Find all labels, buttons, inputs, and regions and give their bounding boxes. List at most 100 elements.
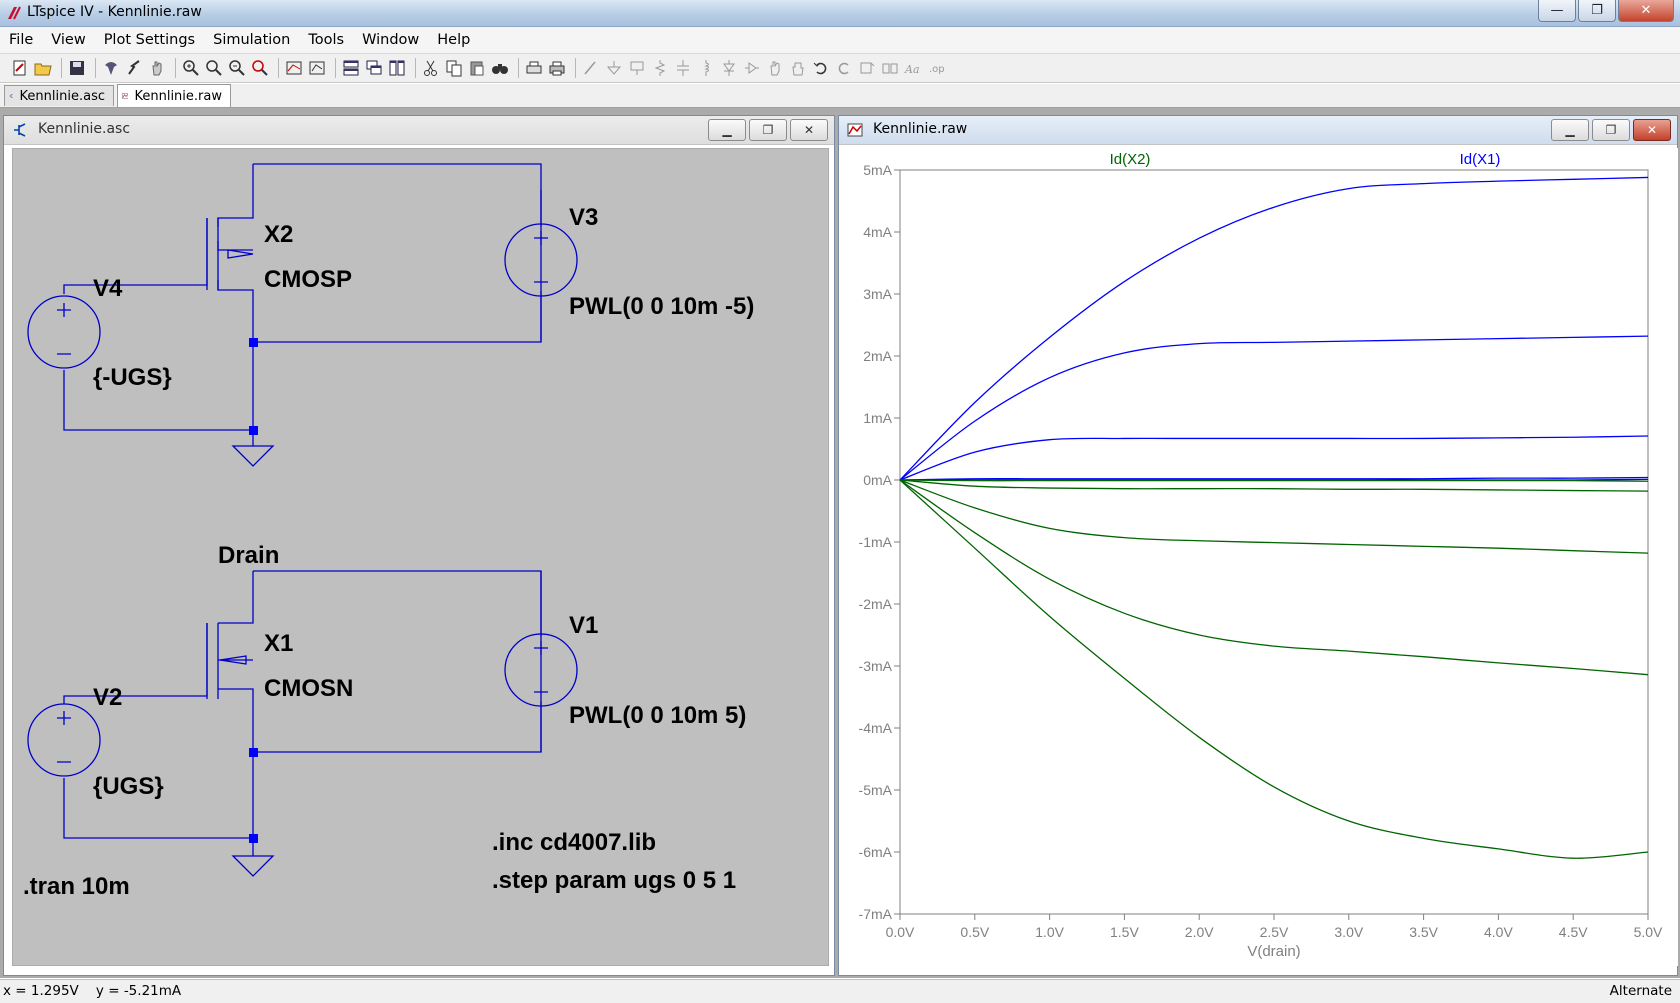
new-schematic-icon[interactable] — [10, 58, 30, 78]
label-pwl-positive: PWL(0 0 10m 5) — [569, 702, 746, 729]
y-tick-label: -3mA — [859, 658, 893, 674]
label-x1: X1 — [264, 630, 293, 657]
plot-minimize-button[interactable]: ▁ — [1551, 119, 1589, 141]
autorange-icon[interactable] — [284, 58, 304, 78]
menu-tools[interactable]: Tools — [299, 32, 353, 48]
menu-file[interactable]: File — [0, 32, 42, 48]
minimize-button[interactable]: — — [1538, 0, 1576, 22]
text-icon[interactable]: Aa — [903, 58, 923, 78]
print-preview-icon[interactable] — [524, 58, 544, 78]
plot-window-title: Kennlinie.raw — [873, 121, 968, 137]
print-icon[interactable] — [547, 58, 567, 78]
move-icon[interactable] — [765, 58, 785, 78]
schematic-icon — [9, 94, 13, 98]
zoom-full-icon[interactable] — [250, 58, 270, 78]
schematic-canvas[interactable]: V3 X2 CMOSP V4 PWL(0 0 10m -5) {-UGS} Dr… — [12, 148, 829, 966]
open-icon[interactable] — [33, 58, 53, 78]
plot-close-button[interactable]: ✕ — [1633, 119, 1671, 141]
menu-help[interactable]: Help — [428, 32, 479, 48]
inductor-icon[interactable] — [696, 58, 716, 78]
y-tick-label: 4mA — [863, 224, 892, 240]
label-v1: V1 — [569, 612, 598, 639]
control-panel-icon[interactable] — [101, 58, 121, 78]
ltspice-logo-icon — [8, 6, 21, 20]
add-plot-pane-icon[interactable] — [307, 58, 327, 78]
net-label-drain: Drain — [218, 542, 279, 569]
trace-label-idx2[interactable]: Id(X2) — [1110, 151, 1151, 168]
y-tick-label: -4mA — [859, 720, 893, 736]
tab-label: Kennlinie.asc — [19, 88, 105, 104]
mirror-icon[interactable] — [880, 58, 900, 78]
y-tick-label: -7mA — [859, 906, 893, 922]
tile-vertical-icon[interactable] — [387, 58, 407, 78]
y-tick-label: -2mA — [859, 596, 893, 612]
junction-dot — [249, 748, 258, 757]
x-tick-label: 0.5V — [960, 924, 989, 940]
plot-window-titlebar[interactable]: Kennlinie.raw ▁ ❐ ✕ — [839, 116, 1677, 145]
trace-label-idx1[interactable]: Id(X1) — [1460, 151, 1501, 168]
maximize-button[interactable]: ❐ — [1578, 0, 1616, 22]
menu-window[interactable]: Window — [353, 32, 428, 48]
ground-icon[interactable] — [604, 58, 624, 78]
y-tick-label: -1mA — [859, 534, 893, 550]
find-icon[interactable] — [490, 58, 510, 78]
schematic-window-titlebar[interactable]: Kennlinie.asc ▁ ❐ ✕ — [4, 116, 834, 145]
diode-icon[interactable] — [719, 58, 739, 78]
label-ugs-negative: {-UGS} — [93, 364, 172, 391]
svg-text:.op: .op — [929, 64, 945, 75]
drag-icon[interactable] — [788, 58, 808, 78]
zoom-out-icon[interactable] — [227, 58, 247, 78]
menu-view[interactable]: View — [42, 32, 94, 48]
menu-plot-settings[interactable]: Plot Settings — [95, 32, 204, 48]
x-axis-label: V(drain) — [1247, 943, 1300, 960]
tab-kennlinie-raw[interactable]: Kennlinie.raw — [117, 84, 231, 107]
capacitor-icon[interactable] — [673, 58, 693, 78]
toolbar-separator — [175, 58, 176, 78]
window-title: LTspice IV - Kennlinie.raw — [27, 4, 202, 20]
waveform-icon — [847, 123, 863, 137]
y-tick-label: 2mA — [863, 348, 892, 364]
pan-icon[interactable] — [147, 58, 167, 78]
zoom-in-icon[interactable] — [181, 58, 201, 78]
redo-icon[interactable] — [834, 58, 854, 78]
schematic-window-title: Kennlinie.asc — [38, 121, 131, 137]
junction-dot — [249, 426, 258, 435]
close-button[interactable]: ✕ — [1618, 0, 1674, 22]
schematic-minimize-button[interactable]: ▁ — [708, 119, 746, 141]
copy-icon[interactable] — [444, 58, 464, 78]
wire-icon[interactable] — [581, 58, 601, 78]
x-tick-label: 3.5V — [1409, 924, 1438, 940]
component-icon[interactable] — [742, 58, 762, 78]
schematic-close-button[interactable]: ✕ — [790, 119, 828, 141]
undo-icon[interactable] — [811, 58, 831, 78]
spice-directive-icon[interactable]: .op — [926, 58, 946, 78]
schematic-maximize-button[interactable]: ❐ — [749, 119, 787, 141]
junction-dot — [249, 834, 258, 843]
paste-icon[interactable] — [467, 58, 487, 78]
rotate-icon[interactable] — [857, 58, 877, 78]
spice-directive-step[interactable]: .step param ugs 0 5 1 — [492, 867, 736, 894]
toolbar-separator — [335, 58, 336, 78]
label-x2: X2 — [264, 221, 293, 248]
waveform-plot[interactable]: 5mA 4mA 3mA 2mA 1mA 0mA -1mA -2mA -3mA -4mA -5mA -6… — [850, 148, 1678, 966]
save-icon[interactable] — [67, 58, 87, 78]
tab-kennlinie-asc[interactable]: Kennlinie.asc — [4, 85, 114, 106]
x-tick-label: 3.0V — [1334, 924, 1363, 940]
x-tick-label: 5.0V — [1634, 924, 1663, 940]
svg-text:Aa: Aa — [904, 63, 920, 76]
spice-directive-tran[interactable]: .tran 10m — [23, 873, 130, 900]
waveform-icon — [122, 93, 129, 99]
status-mode: Alternate — [1609, 983, 1672, 999]
plot-maximize-button[interactable]: ❐ — [1592, 119, 1630, 141]
run-icon[interactable] — [124, 58, 144, 78]
tile-horizontal-icon[interactable] — [341, 58, 361, 78]
spice-directive-inc[interactable]: .inc cd4007.lib — [492, 829, 656, 856]
cut-icon[interactable] — [421, 58, 441, 78]
series-line-idx2-ugs-0[interactable] — [899, 479, 1649, 482]
cascade-icon[interactable] — [364, 58, 384, 78]
x-tick-label: 1.0V — [1035, 924, 1064, 940]
zoom-icon[interactable] — [204, 58, 224, 78]
label-net-icon[interactable] — [627, 58, 647, 78]
resistor-icon[interactable] — [650, 58, 670, 78]
menu-simulation[interactable]: Simulation — [204, 32, 299, 48]
